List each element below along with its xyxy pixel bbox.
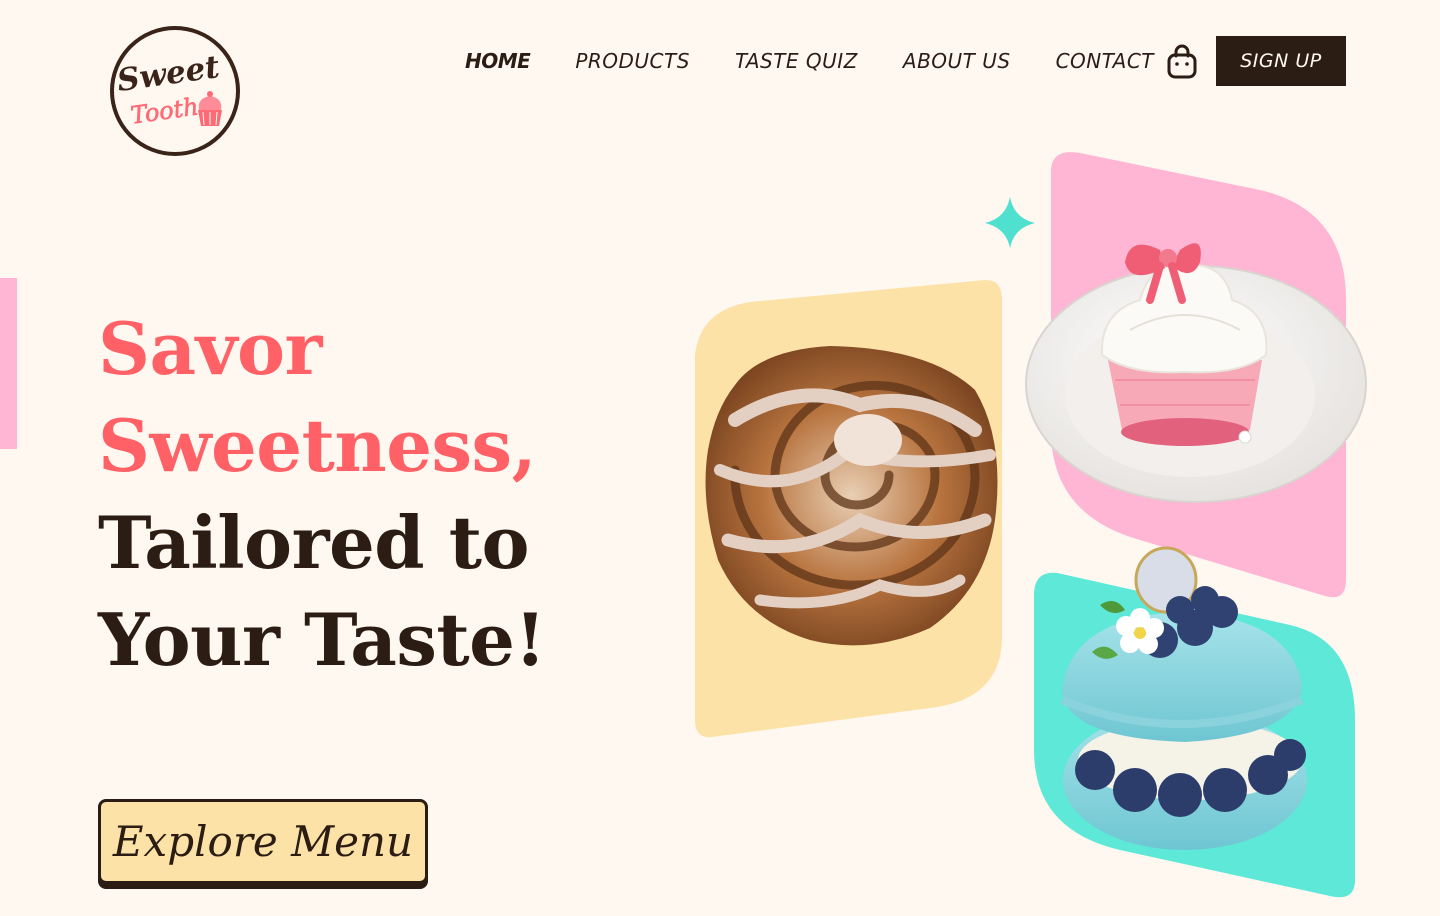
sparkle-icon: [985, 197, 1035, 248]
nav-about-us[interactable]: ABOUT US: [903, 46, 1011, 76]
left-edge-accent: [0, 278, 17, 449]
nav-contact[interactable]: CONTACT: [1056, 46, 1154, 76]
nav-products[interactable]: PRODUCTS: [575, 46, 690, 76]
nav-taste-quiz[interactable]: TASTE QUIZ: [735, 46, 858, 76]
main-nav: HOME PRODUCTS TASTE QUIZ ABOUT US CONTAC…: [465, 46, 1199, 76]
hero-headline: Savor Sweetness, Tailored to Your Taste!: [98, 300, 546, 688]
nav-home[interactable]: HOME: [465, 46, 531, 76]
cinnamon-roll-image: [705, 346, 998, 646]
headline-line-3: Tailored to: [98, 500, 529, 585]
headline-line-4: Your Taste!: [98, 597, 546, 682]
headline-line-2: Sweetness,: [98, 403, 537, 488]
explore-menu-button[interactable]: Explore Menu: [98, 799, 428, 884]
headline-line-1: Savor: [98, 306, 322, 391]
sign-up-button[interactable]: SIGN UP: [1216, 36, 1346, 86]
shopping-bag-icon[interactable]: [1166, 43, 1198, 79]
sweet-tooth-logo[interactable]: Sweet Tooth: [107, 24, 244, 158]
